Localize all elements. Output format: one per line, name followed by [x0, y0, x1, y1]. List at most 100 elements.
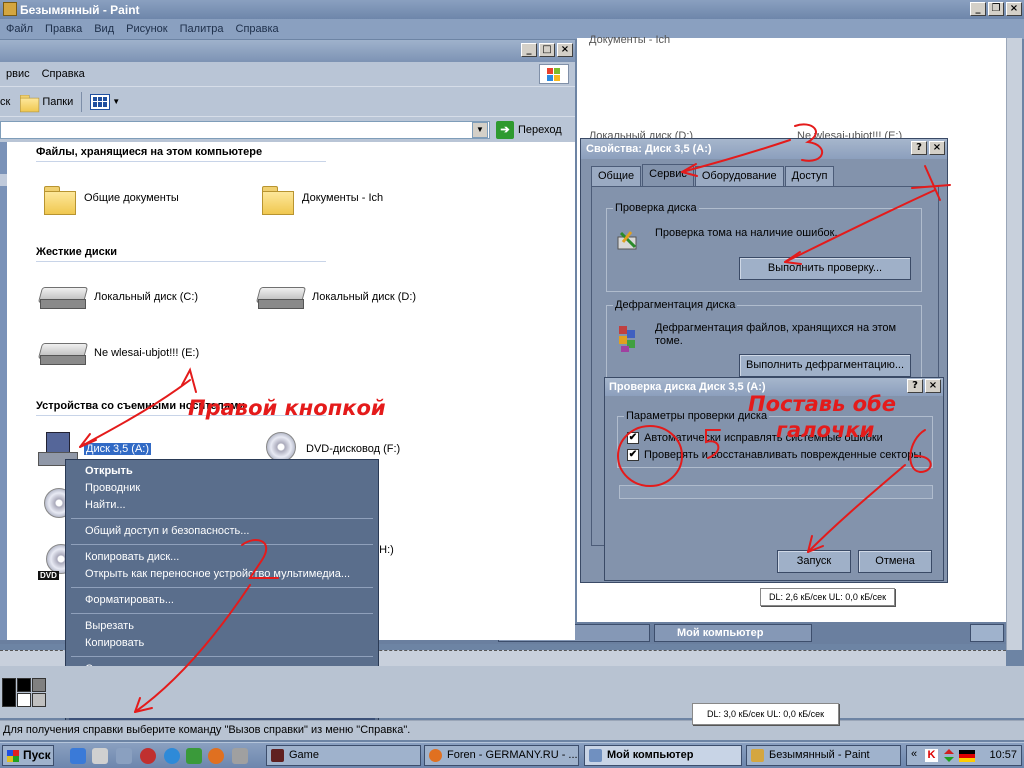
clock: 10:57 [989, 749, 1017, 761]
menu-palette[interactable]: Палитра [174, 23, 230, 35]
menu-separator [71, 587, 373, 588]
tray-expand-icon[interactable]: « [911, 748, 917, 760]
quicklaunch-app-icon[interactable] [232, 748, 248, 764]
color-palette[interactable] [2, 678, 46, 707]
quicklaunch-app-icon[interactable] [92, 748, 108, 764]
explorer-minimize-button[interactable]: _ [521, 43, 537, 57]
menu-help[interactable]: Справка [36, 68, 91, 80]
item-label: Документы - Ich [302, 192, 384, 204]
folders-button[interactable]: Папки [20, 92, 73, 112]
restore-button[interactable]: ❐ [988, 2, 1004, 16]
tab-service[interactable]: Сервис [642, 164, 694, 186]
quicklaunch-firefox-icon[interactable] [208, 748, 224, 764]
menu-separator [71, 656, 373, 657]
quicklaunch-ie-icon[interactable] [70, 748, 86, 764]
properties-close-button[interactable]: × [929, 141, 945, 155]
cancel-button[interactable]: Отмена [858, 550, 932, 573]
context-menu-item[interactable]: Копировать диск... [69, 549, 375, 566]
task-game[interactable]: Game [266, 745, 421, 766]
check-disk-icon [615, 229, 641, 255]
context-menu-item[interactable]: Вырезать [69, 618, 375, 635]
defrag-icon [615, 324, 641, 352]
item-documents-ich[interactable]: Документы - Ich [260, 182, 384, 215]
speed-tooltip-upper: DL: 2,6 кБ/сек UL: 0,0 кБ/сек [760, 588, 896, 606]
menu-help[interactable]: Справка [230, 23, 285, 35]
language-flag-icon[interactable] [959, 750, 975, 762]
kaspersky-icon[interactable]: K [925, 749, 938, 762]
check-disk-group: Проверка диска Проверка тома на наличие … [606, 202, 922, 292]
address-input[interactable] [0, 121, 490, 139]
menu-edit[interactable]: Правка [39, 23, 88, 35]
properties-title-bar: Свойства: Диск 3,5 (A:) ? × [581, 139, 947, 159]
task-forum[interactable]: Foren - GERMANY.RU - ... [424, 745, 579, 766]
quicklaunch-app-icon[interactable] [186, 748, 202, 764]
current-colors-swatch [2, 678, 16, 707]
check-disk-close-button[interactable]: × [925, 379, 941, 393]
defrag-text: Дефрагментация файлов, хранящихся на это… [655, 322, 897, 347]
option-scan-sectors[interactable]: ✔ Проверять и восстанавливать поврежденн… [627, 449, 921, 461]
quicklaunch-app-icon[interactable] [164, 748, 180, 764]
task-paint[interactable]: Безымянный - Paint [746, 745, 901, 766]
scan-sectors-checkbox[interactable]: ✔ [627, 449, 639, 461]
paint-title-bar: Безымянный - Paint _ ❐ × [0, 0, 1024, 19]
folders-label: Папки [42, 95, 74, 108]
item-label: DVD-дисковод (F:) [306, 443, 401, 455]
menu-file[interactable]: Файл [0, 23, 39, 35]
context-menu-item[interactable]: Проводник [69, 480, 375, 497]
start-button[interactable]: Запуск [777, 550, 851, 573]
go-arrow-icon: ➔ [496, 121, 514, 139]
computer-icon [589, 749, 602, 762]
item-shared-documents[interactable]: Общие документы [42, 182, 179, 215]
context-menu-item[interactable]: Открыть [69, 463, 375, 480]
task-label: Безымянный - Paint [769, 749, 870, 761]
tab-hardware[interactable]: Оборудование [694, 166, 784, 186]
quicklaunch-app-icon[interactable] [140, 748, 156, 764]
close-button[interactable]: × [1006, 2, 1022, 16]
task-label: Game [289, 749, 319, 761]
strip-task-my-computer[interactable]: Мой компьютер [654, 624, 812, 642]
address-dropdown-button[interactable]: ▼ [472, 122, 488, 138]
paint-menu-bar: Файл Правка Вид Рисунок Палитра Справка [0, 19, 1024, 39]
go-button[interactable]: ➔ Переход [496, 121, 562, 139]
views-button[interactable]: ▼ [90, 93, 120, 110]
folder-icon [19, 92, 40, 112]
paint-status-bar: Для получения справки выберите команду "… [0, 720, 1024, 740]
quicklaunch-app-icon[interactable] [116, 748, 132, 764]
start-button[interactable]: Пуск [2, 745, 54, 766]
menu-separator [71, 518, 373, 519]
item-label: Общие документы [84, 192, 179, 204]
task-label: Мой компьютер [607, 749, 694, 761]
menu-image[interactable]: Рисунок [120, 23, 174, 35]
paint-vertical-scrollbar[interactable] [1006, 38, 1022, 650]
run-check-button[interactable]: Выполнить проверку... [739, 257, 911, 280]
explorer-toolbar: ск Папки ▼ [0, 86, 575, 116]
menu-view[interactable]: Вид [88, 23, 120, 35]
menu-service[interactable]: рвис [0, 68, 36, 80]
run-defrag-button[interactable]: Выполнить дефрагментацию... [739, 354, 911, 377]
color-swatch [32, 678, 46, 692]
context-menu-item[interactable]: Копировать [69, 635, 375, 652]
help-button[interactable]: ? [907, 379, 923, 393]
tab-general[interactable]: Общие [591, 166, 642, 186]
context-menu-item[interactable]: Форматировать... [69, 592, 375, 609]
auto-fix-checkbox[interactable]: ✔ [627, 432, 639, 444]
network-icon[interactable] [943, 749, 955, 762]
explorer-maximize-button[interactable]: □ [539, 43, 555, 57]
context-menu-item[interactable]: Общий доступ и безопасность... [69, 523, 375, 540]
menu-separator [71, 544, 373, 545]
item-disk-c[interactable]: Локальный диск (C:) [38, 283, 198, 311]
minimize-button[interactable]: _ [970, 2, 986, 16]
context-menu-item[interactable]: Открыть как переносное устройство мульти… [69, 566, 375, 583]
explorer-close-button[interactable]: × [557, 43, 573, 57]
item-label: Диск 3,5 (A:) [84, 443, 152, 455]
item-disk-e[interactable]: Ne wlesai-ubjot!!! (E:) [38, 339, 199, 367]
back-button[interactable]: ск [0, 96, 10, 108]
check-disk-title: Проверка диска Диск 3,5 (A:) [609, 381, 766, 393]
help-button[interactable]: ? [911, 141, 927, 155]
item-disk-d[interactable]: Локальный диск (D:) [256, 283, 416, 311]
speed-tooltip-lower: DL: 3,0 кБ/сек UL: 0,0 кБ/сек [692, 703, 840, 725]
tab-sharing[interactable]: Доступ [784, 166, 835, 186]
annotation-set-both: Поставь обе [748, 392, 897, 416]
task-my-computer[interactable]: Мой компьютер [584, 745, 742, 766]
context-menu-item[interactable]: Найти... [69, 497, 375, 514]
